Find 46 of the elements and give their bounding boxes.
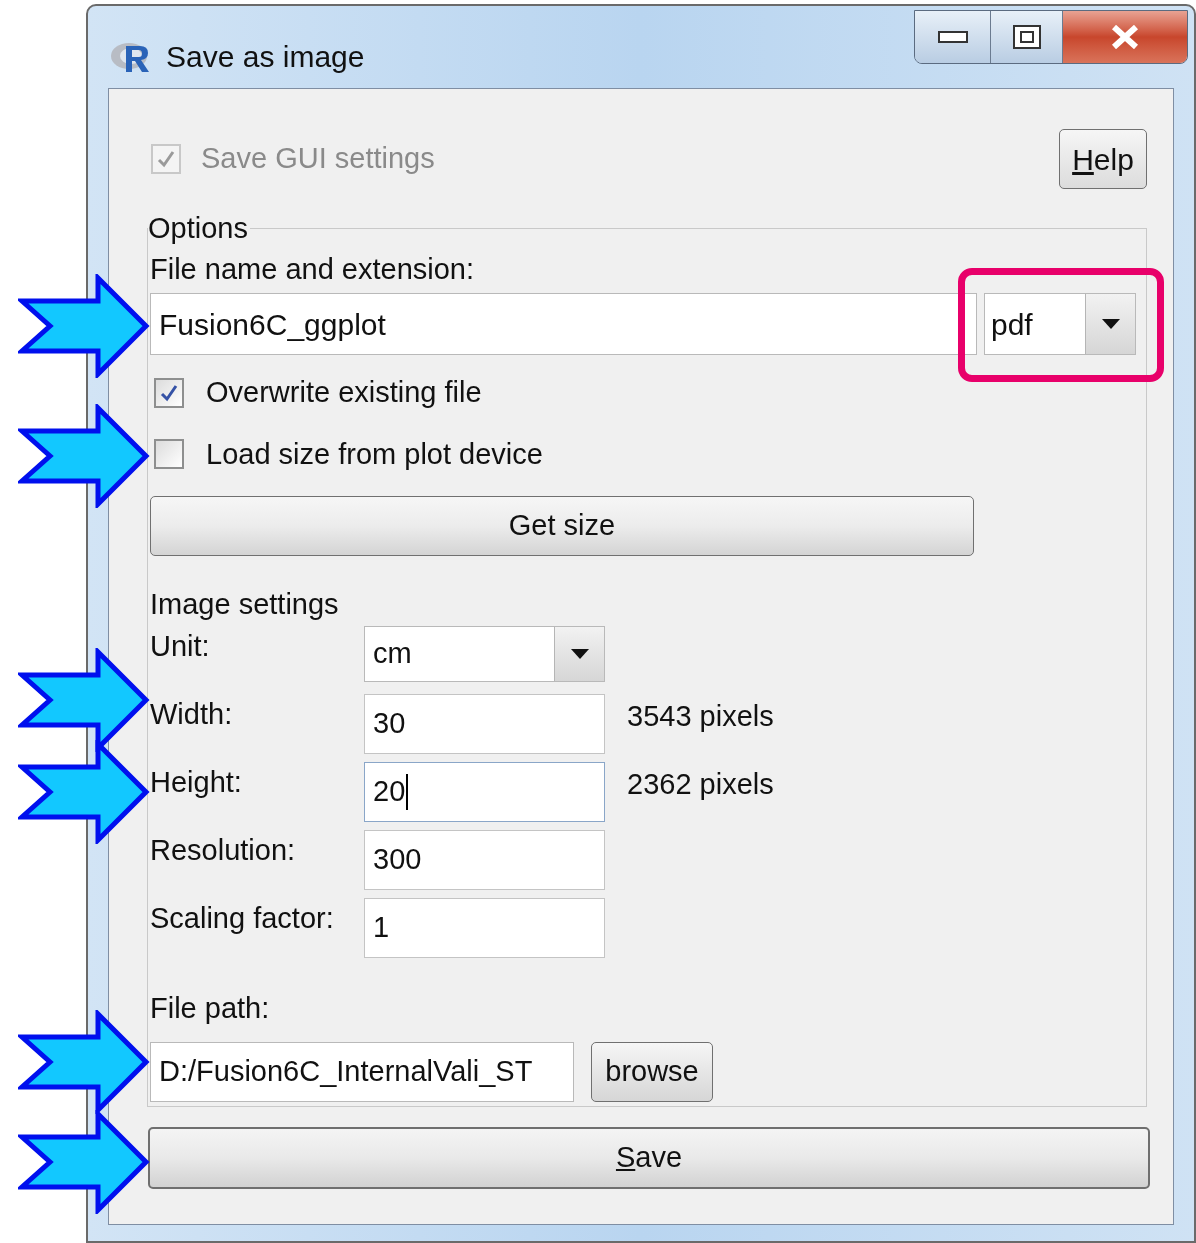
input-field[interactable]: 1	[364, 898, 605, 958]
window-title: Save as image	[166, 39, 365, 75]
checkbox-label: Save GUI settings	[201, 141, 435, 177]
pixel-size-text: 2362 pixels	[627, 767, 774, 802]
file-path-field[interactable]: D:/Fusion6C_InternalVali_ST	[150, 1042, 574, 1102]
unit-dropdown[interactable]: cm	[364, 626, 605, 682]
field-label: File path:	[150, 991, 270, 1026]
input-field[interactable]: 30	[364, 694, 605, 754]
file-name-field[interactable]: Fusion6C_ggplot	[150, 293, 977, 355]
close-button[interactable]	[1063, 11, 1187, 63]
maximize-button[interactable]	[991, 11, 1063, 63]
section-heading: Image settings	[150, 587, 339, 622]
dropdown-button[interactable]	[1085, 294, 1135, 354]
input-field[interactable]: 300	[364, 830, 605, 890]
checkbox[interactable]	[154, 439, 184, 470]
arrow-icon	[18, 1010, 150, 1114]
field-label: File name and extension:	[150, 252, 475, 287]
checkbox[interactable]	[154, 377, 184, 408]
field-label: Unit:	[150, 629, 211, 664]
close-icon	[1111, 25, 1139, 49]
minimize-icon	[937, 31, 968, 43]
group-title: Options	[148, 211, 249, 245]
input-field[interactable]: 20	[364, 762, 605, 822]
field-label: Width:	[150, 697, 234, 732]
arrow-icon	[18, 1110, 150, 1214]
checkbox-label: Overwrite existing file	[206, 375, 482, 410]
caret-icon	[570, 649, 589, 659]
save-button[interactable]: Save	[148, 1127, 1150, 1189]
help-button[interactable]: Help	[1059, 129, 1147, 189]
check-icon	[156, 149, 176, 169]
minimize-button[interactable]	[915, 11, 991, 63]
format-dropdown[interactable]: pdf	[984, 293, 1136, 355]
get-size-button[interactable]: Get size	[150, 496, 974, 556]
arrow-icon	[18, 274, 150, 378]
checkbox-label: Load size from plot device	[206, 436, 543, 472]
caret-icon	[1101, 319, 1120, 329]
arrow-icon	[18, 740, 150, 844]
field-label: Scaling factor:	[150, 901, 335, 936]
arrow-icon	[18, 404, 150, 508]
text-cursor	[406, 774, 409, 810]
field-label: Resolution:	[150, 833, 297, 868]
maximize-icon	[1012, 25, 1041, 49]
browse-button[interactable]: browse	[591, 1042, 713, 1102]
pixel-size-text: 3543 pixels	[627, 699, 774, 734]
field-label: Height:	[150, 765, 243, 800]
dropdown-button[interactable]	[554, 627, 604, 681]
